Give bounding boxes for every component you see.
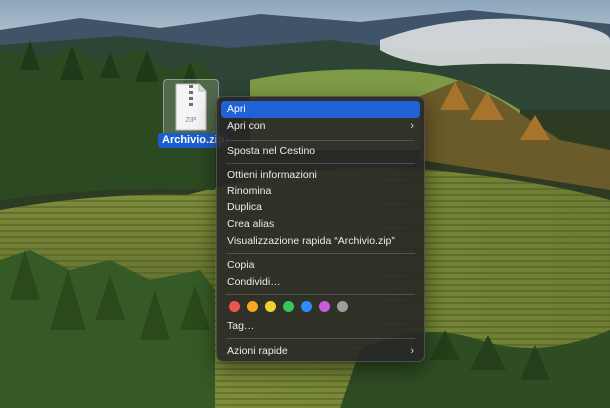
menu-item-share-label: Condividi… bbox=[227, 276, 281, 288]
zip-document-icon: ZIP bbox=[175, 83, 207, 131]
tag-color-purple[interactable] bbox=[319, 301, 330, 312]
menu-item-open-with-label: Apri con bbox=[227, 120, 266, 132]
menu-item-quick-actions[interactable]: Azioni rapide › bbox=[221, 343, 420, 360]
menu-item-copy-label: Copia bbox=[227, 259, 255, 271]
tag-color-yellow[interactable] bbox=[265, 301, 276, 312]
menu-item-duplicate-label: Duplica bbox=[227, 201, 263, 213]
tag-color-red[interactable] bbox=[229, 301, 240, 312]
menu-item-open-label: Apri bbox=[227, 103, 246, 115]
chevron-right-icon: › bbox=[410, 345, 414, 357]
menu-separator bbox=[226, 338, 415, 339]
tag-color-green[interactable] bbox=[283, 301, 294, 312]
menu-item-rename-label: Rinomina bbox=[227, 185, 272, 197]
menu-separator bbox=[226, 163, 415, 164]
menu-item-copy[interactable]: Copia bbox=[221, 257, 420, 274]
menu-item-open-with[interactable]: Apri con › bbox=[221, 118, 420, 135]
menu-item-open[interactable]: Apri bbox=[221, 101, 420, 118]
menu-separator bbox=[226, 253, 415, 254]
menu-item-make-alias[interactable]: Crea alias bbox=[221, 216, 420, 233]
menu-item-quick-look-label: Visualizzazione rapida “Archivio.zip” bbox=[227, 235, 395, 247]
menu-item-move-to-trash-label: Sposta nel Cestino bbox=[227, 145, 316, 157]
zip-file-icon[interactable]: ZIP bbox=[163, 79, 219, 135]
context-menu: Apri Apri con › Sposta nel Cestino Ottien… bbox=[216, 96, 425, 362]
tag-color-blue[interactable] bbox=[301, 301, 312, 312]
menu-item-quick-look[interactable]: Visualizzazione rapida “Archivio.zip” bbox=[221, 233, 420, 250]
zip-badge: ZIP bbox=[186, 117, 197, 124]
menu-item-move-to-trash[interactable]: Sposta nel Cestino bbox=[221, 143, 420, 160]
menu-separator bbox=[226, 140, 415, 141]
menu-item-get-info[interactable]: Ottieni informazioni bbox=[221, 167, 420, 184]
menu-item-duplicate[interactable]: Duplica bbox=[221, 199, 420, 216]
menu-item-share[interactable]: Condividi… bbox=[221, 274, 420, 291]
menu-item-tags[interactable]: Tag… bbox=[221, 318, 420, 335]
tag-color-orange[interactable] bbox=[247, 301, 258, 312]
menu-item-tags-label: Tag… bbox=[227, 320, 255, 332]
menu-item-quick-actions-label: Azioni rapide bbox=[227, 345, 288, 357]
menu-separator bbox=[226, 294, 415, 295]
chevron-right-icon: › bbox=[410, 120, 414, 132]
menu-item-make-alias-label: Crea alias bbox=[227, 218, 275, 230]
menu-item-rename[interactable]: Rinomina bbox=[221, 183, 420, 200]
menu-item-get-info-label: Ottieni informazioni bbox=[227, 169, 317, 181]
tag-color-gray[interactable] bbox=[337, 301, 348, 312]
